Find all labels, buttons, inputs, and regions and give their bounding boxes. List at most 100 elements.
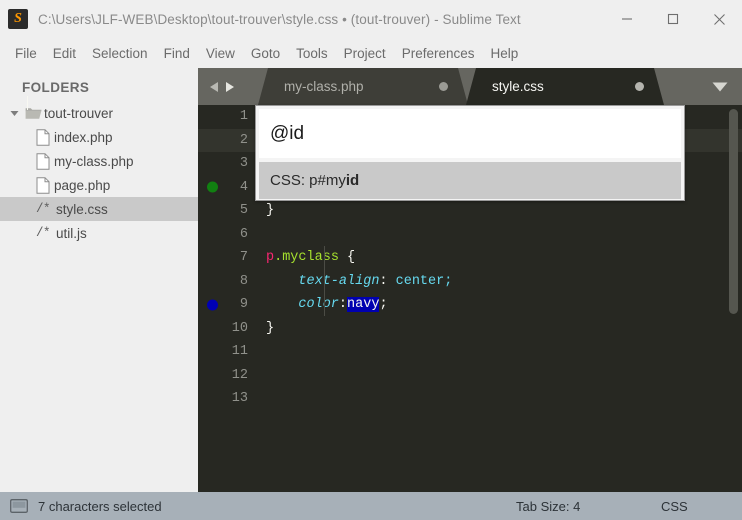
text-cursor — [27, 96, 28, 110]
code-line[interactable]: text-align: center; — [266, 270, 742, 294]
menu-tools[interactable]: Tools — [288, 43, 336, 64]
code-token-brace: { — [338, 250, 356, 266]
autocomplete-popup[interactable]: @id CSS: p#my id — [255, 105, 685, 201]
sidebar-item-my-class-php[interactable]: my-class.php — [0, 149, 198, 173]
code-token-brace: } — [266, 320, 275, 336]
tab-dirty-indicator-icon[interactable] — [635, 82, 644, 91]
status-syntax[interactable]: CSS — [661, 499, 688, 514]
menu-file[interactable]: File — [7, 43, 45, 64]
line-number-text: 9 — [239, 297, 248, 313]
title-bar: S C:\Users\JLF-WEB\Desktop\tout-trouver\… — [0, 0, 742, 38]
code-line[interactable] — [266, 364, 742, 388]
file-page-icon — [32, 128, 54, 146]
sidebar-item-label: index.php — [54, 129, 113, 145]
scrollbar-thumb[interactable] — [729, 109, 738, 314]
menu-selection[interactable]: Selection — [84, 43, 156, 64]
file-page-icon — [32, 152, 54, 170]
code-token-property: color — [298, 297, 339, 313]
menu-goto[interactable]: Goto — [243, 43, 288, 64]
gutter-marker-blue[interactable] — [207, 299, 218, 311]
prev-tab-arrow[interactable] — [209, 81, 220, 93]
line-number: 7 — [239, 250, 248, 266]
sidebar-item-index-php[interactable]: index.php — [0, 125, 198, 149]
indent-guide — [324, 246, 325, 316]
code-token-tag: p — [266, 250, 275, 266]
sidebar-item-style-css[interactable]: /* style.css — [0, 197, 198, 221]
minimize-button[interactable] — [604, 0, 650, 38]
tab-bar: my-class.php style.css — [198, 68, 742, 105]
menu-preferences[interactable]: Preferences — [394, 43, 483, 64]
line-number: 3 — [239, 156, 248, 172]
file-code-icon: /* — [35, 202, 51, 216]
file-page-icon — [32, 176, 54, 194]
code-token-property: text-align — [298, 273, 380, 289]
close-button[interactable] — [696, 0, 742, 38]
folder-open-icon — [22, 106, 44, 120]
code-line[interactable] — [266, 223, 742, 247]
tab-label: my-class.php — [284, 79, 364, 94]
status-selection-text: 7 characters selected — [38, 498, 162, 514]
code-line[interactable]: } — [266, 199, 742, 223]
line-number: 12 — [231, 367, 248, 383]
code-line[interactable] — [266, 340, 742, 364]
folders-heading: FOLDERS — [22, 80, 90, 95]
menu-bar: File Edit Selection Find View Goto Tools… — [0, 38, 742, 68]
line-number: 9 — [198, 293, 256, 317]
code-token-class: .myclass — [274, 250, 339, 266]
tab-overflow-chevron-icon[interactable] — [698, 68, 742, 105]
code-line[interactable]: p .myclass { — [266, 246, 742, 270]
menu-find[interactable]: Find — [156, 43, 198, 64]
line-number: 4 — [198, 176, 256, 200]
code-token-colon: : — [379, 273, 396, 289]
line-number: 5 — [239, 203, 248, 219]
sidebar-item-label: style.css — [56, 201, 108, 217]
app-icon-glyph: S — [14, 11, 22, 26]
sidebar-folder-tout-trouver[interactable]: tout-trouver — [0, 101, 198, 125]
status-bar: 7 characters selected Tab Size: 4 CSS — [0, 492, 742, 520]
console-toggle-icon[interactable] — [10, 499, 28, 513]
code-line[interactable]: color: navy; — [266, 293, 742, 317]
menu-project[interactable]: Project — [336, 43, 394, 64]
tab-style-css[interactable]: style.css — [466, 68, 664, 105]
file-code-icon: /* — [35, 226, 51, 240]
code-token-colon: : — [338, 297, 348, 313]
code-token-brace: } — [266, 203, 275, 219]
sidebar: FOLDERS tout-trouver index.php my-class.… — [0, 68, 198, 492]
code-token-value: center; — [395, 273, 453, 289]
maximize-button[interactable] — [650, 0, 696, 38]
menu-edit[interactable]: Edit — [45, 43, 84, 64]
autocomplete-input[interactable]: @id — [259, 109, 681, 158]
tab-my-class-php[interactable]: my-class.php — [258, 68, 468, 105]
suggestion-prefix: CSS: p#my — [270, 172, 346, 189]
line-number: 2 — [198, 128, 256, 152]
sidebar-folder-label: tout-trouver — [44, 105, 114, 121]
sidebar-item-label: my-class.php — [54, 153, 134, 169]
tab-navigation — [198, 68, 246, 105]
autocomplete-suggestion-item[interactable]: CSS: p#my id — [259, 162, 681, 199]
status-tab-size[interactable]: Tab Size: 4 — [516, 499, 580, 514]
suggestion-match: id — [345, 172, 360, 189]
sidebar-item-page-php[interactable]: page.php — [0, 173, 198, 197]
sublime-text-icon: S — [8, 9, 28, 29]
menu-help[interactable]: Help — [483, 43, 527, 64]
editor-vertical-scrollbar[interactable] — [729, 105, 738, 492]
window-controls — [604, 0, 742, 38]
code-line[interactable] — [266, 387, 742, 411]
menu-view[interactable]: View — [198, 43, 243, 64]
sublime-text-window: S C:\Users\JLF-WEB\Desktop\tout-trouver\… — [0, 0, 742, 520]
line-number: 6 — [239, 226, 248, 242]
tab-dirty-indicator-icon[interactable] — [439, 82, 448, 91]
line-number: 8 — [239, 273, 248, 289]
chevron-down-icon[interactable] — [6, 109, 22, 118]
line-number-gutter: 1 2 3 4 5 6 7 8 9 10 11 12 13 — [198, 105, 256, 492]
sidebar-item-label: page.php — [54, 177, 111, 193]
sidebar-item-util-js[interactable]: /* util.js — [0, 221, 198, 245]
next-tab-arrow[interactable] — [224, 81, 235, 93]
code-selected-text[interactable]: navy — [347, 297, 380, 313]
line-number: 13 — [231, 391, 248, 407]
gutter-marker-green[interactable] — [207, 181, 218, 193]
code-token-semicolon: ; — [379, 297, 388, 313]
code-line[interactable]: } — [266, 317, 742, 341]
